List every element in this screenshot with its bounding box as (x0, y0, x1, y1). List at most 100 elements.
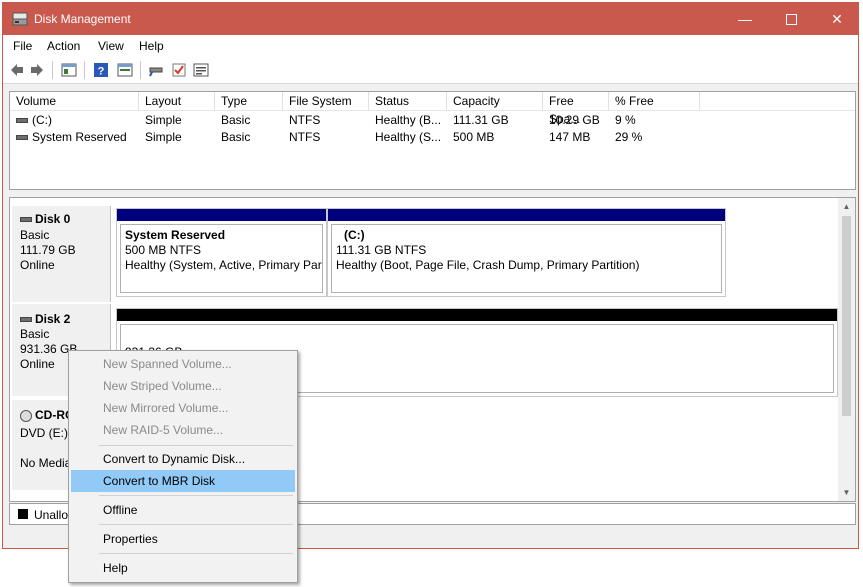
column-header-free-space[interactable]: Free Spa... (543, 92, 609, 126)
menu-item-new-spanned-volume[interactable]: New Spanned Volume... (71, 353, 295, 375)
partition-type-bar (117, 309, 837, 321)
close-button[interactable]: ✕ (814, 3, 860, 35)
disk-name: Disk 2 (35, 312, 71, 326)
menu-item-properties[interactable]: Properties (71, 528, 295, 550)
disk-icon (20, 317, 32, 323)
disk-0-info[interactable]: Disk 0 Basic 111.79 GB Online (12, 206, 111, 302)
volume-name: (C:) (32, 113, 52, 127)
connect-icon[interactable] (148, 62, 164, 78)
partition-name: System Reserved (125, 228, 226, 242)
scrollbar-thumb[interactable] (842, 216, 851, 416)
menu-item-offline[interactable]: Offline (71, 499, 295, 521)
menu-item-new-mirrored-volume[interactable]: New Mirrored Volume... (71, 397, 295, 419)
volume-capacity: 500 MB (453, 130, 495, 144)
window-title: Disk Management (34, 12, 131, 26)
volume-status: Healthy (S... (375, 130, 442, 144)
volume-type: Basic (221, 113, 251, 127)
maximize-icon (785, 13, 797, 25)
settings-list-icon[interactable] (193, 62, 209, 78)
volume-list-header: Volume Layout Type File System Status Ca… (10, 92, 855, 126)
menu-item-new-striped-volume[interactable]: New Striped Volume... (71, 375, 295, 397)
toolbar: ? (3, 57, 858, 84)
volume-file-system: NTFS (289, 113, 321, 127)
volume-free-space: 10.29 GB (549, 113, 600, 127)
menu-separator (99, 524, 293, 525)
show-hide-icon[interactable] (117, 62, 133, 78)
menu-item-convert-to-mbr-disk[interactable]: Convert to MBR Disk (71, 470, 295, 492)
menu-action[interactable]: Action (47, 39, 80, 53)
menu-item-new-raid5-volume[interactable]: New RAID-5 Volume... (71, 419, 295, 441)
back-arrow-icon[interactable] (9, 62, 25, 78)
disk-status: Online (20, 357, 55, 371)
partition-system-reserved[interactable]: System Reserved 500 MB NTFS Healthy (Sys… (116, 208, 327, 297)
toolbar-separator (52, 61, 53, 79)
menu-separator (99, 495, 293, 496)
partition-c[interactable]: (C:) 111.31 GB NTFS Healthy (Boot, Page … (327, 208, 726, 297)
volume-name: System Reserved (32, 130, 127, 144)
volume-percent-free: 9 % (615, 113, 636, 127)
menu-view[interactable]: View (98, 39, 124, 53)
column-header-file-system[interactable]: File System (283, 92, 369, 110)
forward-arrow-icon[interactable] (29, 62, 45, 78)
volume-type: Basic (221, 130, 251, 144)
disk-type: DVD (E:) (20, 426, 68, 440)
maximize-button[interactable] (768, 3, 814, 35)
scroll-up-icon[interactable]: ▲ (842, 202, 851, 211)
unallocated-legend-swatch (18, 509, 28, 519)
drive-icon (16, 118, 28, 124)
volume-free-space: 147 MB (549, 130, 591, 144)
volume-file-system: NTFS (289, 130, 321, 144)
toolbar-separator (140, 61, 141, 79)
partition-type-bar (328, 209, 725, 221)
disk-status: No Media (20, 456, 72, 470)
disk-context-menu: New Spanned Volume... New Striped Volume… (68, 350, 298, 583)
volume-status: Healthy (B... (375, 113, 442, 127)
volume-layout: Simple (145, 130, 182, 144)
menu-item-convert-to-dynamic-disk[interactable]: Convert to Dynamic Disk... (71, 448, 295, 470)
volume-row-system-reserved[interactable]: System Reserved Simple Basic NTFS Health… (10, 129, 855, 146)
volume-list: Volume Layout Type File System Status Ca… (9, 91, 856, 190)
minimize-button[interactable]: — (722, 3, 768, 35)
disk-type: Basic (20, 228, 50, 242)
scroll-down-icon[interactable]: ▼ (842, 488, 851, 497)
disk-type: Basic (20, 327, 50, 341)
disk-management-app-icon (12, 12, 28, 26)
partition-name: (C:) (344, 228, 365, 242)
check-icon[interactable] (171, 62, 187, 78)
help-icon[interactable]: ? (93, 62, 109, 78)
partition-size: 500 MB NTFS (125, 243, 202, 257)
volume-percent-free: 29 % (615, 130, 643, 144)
partition-size: 111.31 GB NTFS (336, 243, 427, 257)
column-header-layout[interactable]: Layout (139, 92, 215, 110)
close-icon: ✕ (831, 10, 843, 27)
cd-rom-icon (20, 409, 32, 422)
volume-capacity: 111.31 GB (453, 113, 509, 127)
menu-file[interactable]: File (13, 39, 32, 53)
column-header-percent-free[interactable]: % Free (609, 92, 700, 110)
menu-item-help[interactable]: Help (71, 557, 295, 579)
menu-help[interactable]: Help (139, 39, 164, 53)
column-header-capacity[interactable]: Capacity (447, 92, 543, 110)
toolbar-separator (84, 61, 85, 79)
partition-type-bar (117, 209, 326, 221)
title-bar[interactable]: Disk Management — ✕ (3, 3, 858, 35)
graph-vertical-scrollbar[interactable]: ▲ ▼ (838, 198, 855, 501)
svg-text:?: ? (98, 66, 105, 78)
menu-separator (99, 445, 293, 446)
disk-name: Disk 0 (35, 212, 71, 226)
menu-bar: File Action View Help (3, 35, 858, 57)
disk-status: Online (20, 258, 55, 272)
minimize-icon: — (738, 11, 752, 27)
volume-row-c[interactable]: (C:) Simple Basic NTFS Healthy (B... 111… (10, 112, 855, 129)
partition-status: Healthy (System, Active, Primary Part (125, 258, 323, 272)
drive-icon (16, 135, 28, 141)
column-header-volume[interactable]: Volume (10, 92, 139, 110)
menu-separator (99, 553, 293, 554)
column-header-status[interactable]: Status (369, 92, 447, 110)
partition-status: Healthy (Boot, Page File, Crash Dump, Pr… (336, 258, 640, 272)
volume-layout: Simple (145, 113, 182, 127)
disk-icon (20, 217, 32, 223)
disk-size: 111.79 GB (20, 243, 76, 257)
column-header-type[interactable]: Type (215, 92, 283, 110)
properties-icon[interactable] (61, 62, 77, 78)
